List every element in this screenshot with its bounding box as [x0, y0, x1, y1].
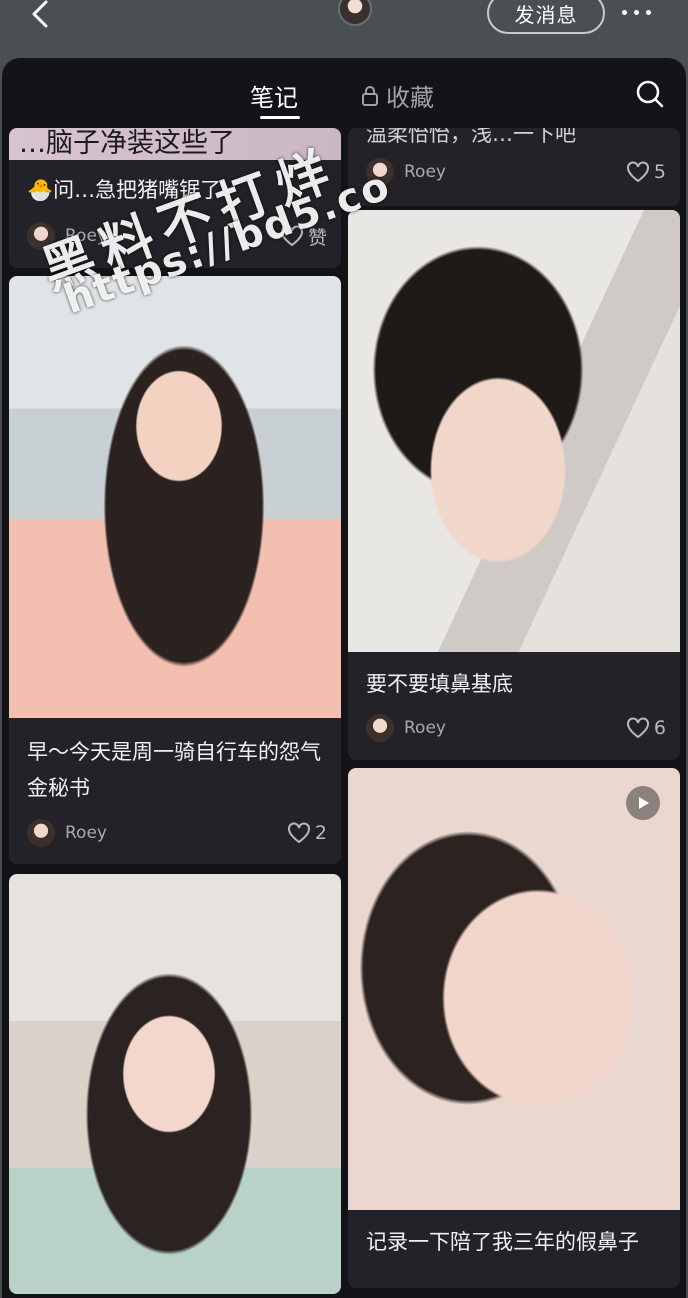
heart-icon — [626, 717, 649, 739]
note-meta: Roey 2 — [27, 817, 327, 849]
like-button[interactable]: 5 — [626, 161, 666, 183]
avatar[interactable] — [27, 819, 55, 847]
note-card[interactable]: 早～今天是周一骑自行车的怨气金秘书 Roey 2 — [9, 276, 341, 864]
lock-icon — [362, 85, 378, 106]
back-button[interactable] — [24, 0, 64, 30]
note-meta: Roey 5 — [366, 156, 666, 188]
note-card[interactable]: 温柔怡怡，浅…一下吧 Roey 5 — [348, 128, 680, 206]
note-title: 记录一下陪了我三年的假鼻子 — [366, 1230, 639, 1254]
note-cover-image: …脑子净装这些了 — [9, 128, 341, 160]
like-button[interactable]: 2 — [287, 822, 327, 844]
tab-favorites-label: 收藏 — [386, 84, 434, 112]
profile-content-panel: 笔记 收藏 …脑子净装这些了 🐣问…急把猪嘴锯了 Roey 赞 早～今天是周一骑… — [2, 58, 686, 1298]
note-cover-image — [348, 210, 680, 652]
top-bar: 发消息 — [0, 0, 688, 58]
play-icon — [639, 797, 649, 809]
tab-bar: 笔记 收藏 — [2, 58, 686, 130]
note-title: 要不要填鼻基底 — [366, 672, 513, 696]
like-count: 赞 — [307, 226, 327, 249]
note-title: 温柔怡怡，浅…一下吧 — [366, 128, 576, 146]
like-count: 2 — [314, 822, 327, 844]
dot — [646, 9, 651, 15]
note-cover-image — [9, 874, 341, 1294]
active-tab-indicator — [260, 116, 300, 119]
heart-icon — [280, 225, 303, 247]
avatar[interactable] — [27, 222, 55, 250]
note-card[interactable] — [9, 874, 341, 1294]
avatar[interactable] — [366, 714, 394, 742]
like-button[interactable]: 6 — [626, 717, 666, 739]
like-count: 5 — [653, 161, 666, 183]
note-meta: Roey 6 — [366, 712, 666, 744]
chevron-left-icon — [32, 0, 48, 28]
tab-favorites[interactable]: 收藏 — [360, 78, 434, 113]
cover-caption: …脑子净装这些了 — [19, 128, 235, 159]
note-card[interactable]: 要不要填鼻基底 Roey 6 — [348, 210, 680, 760]
dot — [622, 9, 627, 15]
author-name[interactable]: Roey — [404, 162, 626, 182]
like-count: 6 — [653, 717, 666, 739]
author-name[interactable]: Roey — [404, 718, 626, 738]
note-card[interactable]: 记录一下陪了我三年的假鼻子 — [348, 768, 680, 1288]
author-name[interactable]: Roey — [65, 226, 280, 246]
profile-avatar[interactable] — [338, 0, 372, 26]
avatar[interactable] — [366, 158, 394, 186]
note-card[interactable]: …脑子净装这些了 🐣问…急把猪嘴锯了 Roey 赞 — [9, 128, 341, 268]
note-title: 🐣问…急把猪嘴锯了 — [27, 178, 222, 202]
video-play-badge — [626, 786, 660, 820]
more-options-button[interactable] — [622, 2, 662, 22]
heart-icon — [626, 161, 649, 183]
search-button[interactable] — [634, 78, 666, 110]
note-meta: Roey 赞 — [27, 220, 327, 252]
heart-icon — [287, 822, 310, 844]
note-cover-image — [9, 276, 341, 718]
dot — [634, 9, 639, 15]
note-cover-image — [348, 768, 680, 1210]
send-message-button[interactable]: 发消息 — [487, 0, 605, 34]
like-button[interactable]: 赞 — [280, 223, 327, 250]
tab-notes[interactable]: 笔记 — [250, 78, 298, 113]
author-name[interactable]: Roey — [65, 823, 287, 843]
note-title: 早～今天是周一骑自行车的怨气金秘书 — [27, 740, 321, 800]
search-icon — [636, 80, 664, 108]
